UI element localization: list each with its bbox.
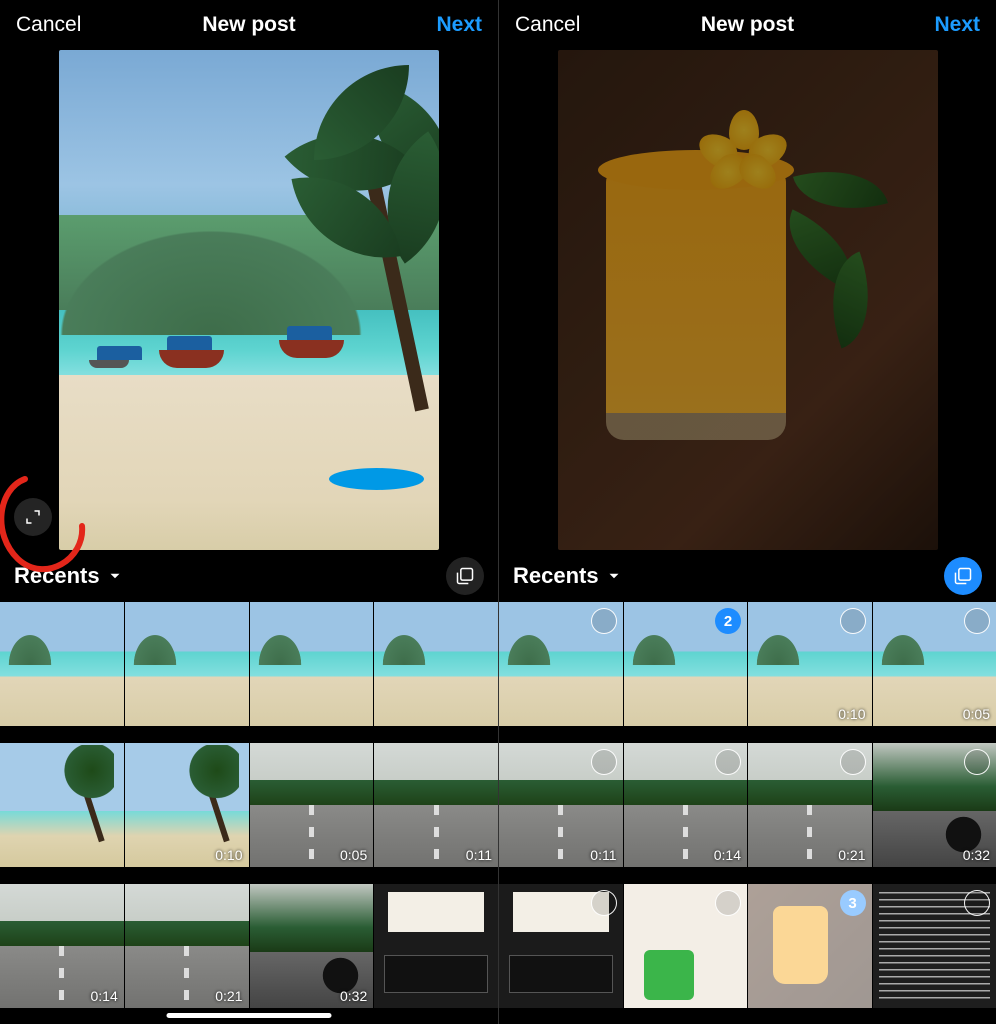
- video-duration: 0:05: [963, 706, 990, 722]
- grid-thumbnail[interactable]: [374, 884, 498, 1008]
- grid-thumbnail[interactable]: [624, 884, 748, 1008]
- album-label: Recents: [513, 563, 599, 589]
- video-duration: 0:21: [215, 988, 242, 1004]
- next-button[interactable]: Next: [436, 13, 482, 37]
- preview-image: [59, 50, 439, 550]
- multiselect-button[interactable]: [944, 557, 982, 595]
- grid-thumbnail[interactable]: [0, 743, 124, 867]
- preview-area[interactable]: [0, 50, 498, 550]
- photo-grid: 0:10 0:05 0:11 0:14 0:21 0:32: [0, 602, 498, 1024]
- selection-number-badge: 2: [715, 608, 741, 634]
- video-duration: 0:21: [838, 847, 865, 863]
- expand-icon: [24, 508, 42, 526]
- selection-ring: [964, 749, 990, 775]
- grid-thumbnail[interactable]: 0:32: [873, 743, 996, 867]
- grid-thumbnail[interactable]: [374, 602, 498, 726]
- selection-ring: [964, 890, 990, 916]
- grid-thumbnail[interactable]: 0:05: [250, 743, 374, 867]
- preview-image: [558, 50, 938, 550]
- video-duration: 0:05: [340, 847, 367, 863]
- video-duration: 0:11: [466, 847, 492, 863]
- grid-thumbnail[interactable]: [873, 884, 996, 1008]
- grid-thumbnail[interactable]: [125, 602, 249, 726]
- grid-thumbnail[interactable]: 0:32: [250, 884, 374, 1008]
- home-indicator: [167, 1013, 332, 1018]
- grid-thumbnail[interactable]: [250, 602, 374, 726]
- selection-ring: [715, 890, 741, 916]
- grid-thumbnail[interactable]: 0:21: [125, 884, 249, 1008]
- album-picker[interactable]: Recents: [513, 563, 623, 589]
- grid-thumbnail[interactable]: 0:14: [0, 884, 124, 1008]
- selection-number-badge: 3: [840, 890, 866, 916]
- grid-thumbnail[interactable]: 0:14: [624, 743, 748, 867]
- grid-thumbnail[interactable]: [499, 884, 623, 1008]
- video-duration: 0:14: [91, 988, 118, 1004]
- screen-right: Cancel New post Next Recents 2 0:10 0:05 0:…: [498, 0, 996, 1024]
- selection-ring: [964, 608, 990, 634]
- cancel-button[interactable]: Cancel: [16, 13, 81, 37]
- chevron-down-icon: [605, 567, 623, 585]
- grid-thumbnail[interactable]: 0:21: [748, 743, 872, 867]
- cancel-button[interactable]: Cancel: [515, 13, 580, 37]
- video-duration: 0:10: [838, 706, 865, 722]
- grid-thumbnail[interactable]: 0:11: [499, 743, 623, 867]
- video-duration: 0:14: [714, 847, 741, 863]
- album-label: Recents: [14, 563, 100, 589]
- chevron-down-icon: [106, 567, 124, 585]
- crop-toggle-button[interactable]: [14, 498, 52, 536]
- album-bar: Recents: [0, 550, 498, 602]
- album-picker[interactable]: Recents: [14, 563, 124, 589]
- grid-thumbnail[interactable]: 2: [624, 602, 748, 726]
- grid-thumbnail[interactable]: 3: [748, 884, 872, 1008]
- selection-ring: [591, 608, 617, 634]
- header: Cancel New post Next: [0, 0, 498, 50]
- next-button[interactable]: Next: [934, 13, 980, 37]
- video-duration: 0:11: [590, 847, 616, 863]
- video-duration: 0:32: [963, 847, 990, 863]
- selection-ring: [591, 749, 617, 775]
- selection-ring: [840, 749, 866, 775]
- grid-thumbnail[interactable]: [0, 602, 124, 726]
- selection-ring: [591, 890, 617, 916]
- preview-area[interactable]: [499, 50, 996, 550]
- selection-ring: [715, 749, 741, 775]
- grid-thumbnail[interactable]: 0:05: [873, 602, 996, 726]
- grid-thumbnail[interactable]: 0:10: [748, 602, 872, 726]
- photo-grid: 2 0:10 0:05 0:11 0:14 0:21 0:32 3: [499, 602, 996, 1024]
- grid-thumbnail[interactable]: 0:11: [374, 743, 498, 867]
- video-duration: 0:10: [215, 847, 242, 863]
- header: Cancel New post Next: [499, 0, 996, 50]
- stack-icon: [455, 566, 475, 586]
- grid-thumbnail[interactable]: [499, 602, 623, 726]
- screen-left: Cancel New post Next Recents: [0, 0, 498, 1024]
- album-bar: Recents: [499, 550, 996, 602]
- stack-icon: [953, 566, 973, 586]
- grid-thumbnail[interactable]: 0:10: [125, 743, 249, 867]
- selection-ring: [840, 608, 866, 634]
- video-duration: 0:32: [340, 988, 367, 1004]
- multiselect-button[interactable]: [446, 557, 484, 595]
